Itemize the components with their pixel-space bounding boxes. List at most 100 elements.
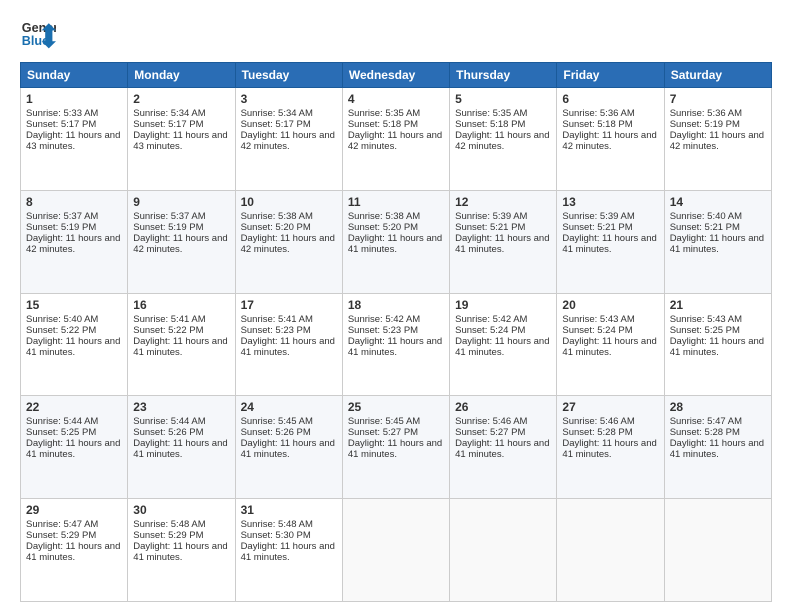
sunrise-text: Sunrise: 5:42 AM xyxy=(348,314,420,325)
day-number: 17 xyxy=(241,298,337,312)
sunrise-text: Sunrise: 5:45 AM xyxy=(241,416,313,427)
calendar-cell: 27Sunrise: 5:46 AMSunset: 5:28 PMDayligh… xyxy=(557,396,664,499)
sunrise-text: Sunrise: 5:43 AM xyxy=(670,314,742,325)
sunset-text: Sunset: 5:26 PM xyxy=(241,427,311,438)
day-number: 3 xyxy=(241,92,337,106)
calendar-week-5: 29Sunrise: 5:47 AMSunset: 5:29 PMDayligh… xyxy=(21,499,772,602)
sunrise-text: Sunrise: 5:47 AM xyxy=(26,519,98,530)
sunset-text: Sunset: 5:22 PM xyxy=(133,325,203,336)
sunset-text: Sunset: 5:17 PM xyxy=(133,119,203,130)
calendar-cell: 14Sunrise: 5:40 AMSunset: 5:21 PMDayligh… xyxy=(664,190,771,293)
day-number: 31 xyxy=(241,503,337,517)
sunrise-text: Sunrise: 5:35 AM xyxy=(348,108,420,119)
daylight-text: Daylight: 11 hours and 41 minutes. xyxy=(348,438,442,460)
day-of-week-row: SundayMondayTuesdayWednesdayThursdayFrid… xyxy=(21,63,772,88)
sunrise-text: Sunrise: 5:35 AM xyxy=(455,108,527,119)
calendar-cell: 29Sunrise: 5:47 AMSunset: 5:29 PMDayligh… xyxy=(21,499,128,602)
sunrise-text: Sunrise: 5:42 AM xyxy=(455,314,527,325)
sunset-text: Sunset: 5:30 PM xyxy=(241,530,311,541)
sunset-text: Sunset: 5:19 PM xyxy=(26,222,96,233)
day-number: 7 xyxy=(670,92,766,106)
sunrise-text: Sunrise: 5:46 AM xyxy=(562,416,634,427)
daylight-text: Daylight: 11 hours and 41 minutes. xyxy=(26,336,120,358)
calendar-cell: 3Sunrise: 5:34 AMSunset: 5:17 PMDaylight… xyxy=(235,88,342,191)
sunrise-text: Sunrise: 5:39 AM xyxy=(455,211,527,222)
sunrise-text: Sunrise: 5:33 AM xyxy=(26,108,98,119)
day-number: 16 xyxy=(133,298,229,312)
sunset-text: Sunset: 5:18 PM xyxy=(455,119,525,130)
calendar-cell: 9Sunrise: 5:37 AMSunset: 5:19 PMDaylight… xyxy=(128,190,235,293)
daylight-text: Daylight: 11 hours and 41 minutes. xyxy=(670,438,764,460)
sunset-text: Sunset: 5:19 PM xyxy=(670,119,740,130)
sunrise-text: Sunrise: 5:37 AM xyxy=(133,211,205,222)
sunset-text: Sunset: 5:27 PM xyxy=(455,427,525,438)
calendar-cell: 17Sunrise: 5:41 AMSunset: 5:23 PMDayligh… xyxy=(235,293,342,396)
daylight-text: Daylight: 11 hours and 41 minutes. xyxy=(455,438,549,460)
sunrise-text: Sunrise: 5:34 AM xyxy=(133,108,205,119)
day-header-tuesday: Tuesday xyxy=(235,63,342,88)
sunset-text: Sunset: 5:29 PM xyxy=(26,530,96,541)
calendar-cell: 4Sunrise: 5:35 AMSunset: 5:18 PMDaylight… xyxy=(342,88,449,191)
calendar-cell: 20Sunrise: 5:43 AMSunset: 5:24 PMDayligh… xyxy=(557,293,664,396)
daylight-text: Daylight: 11 hours and 43 minutes. xyxy=(133,130,227,152)
calendar-cell: 1Sunrise: 5:33 AMSunset: 5:17 PMDaylight… xyxy=(21,88,128,191)
sunset-text: Sunset: 5:28 PM xyxy=(670,427,740,438)
sunrise-text: Sunrise: 5:38 AM xyxy=(348,211,420,222)
sunrise-text: Sunrise: 5:46 AM xyxy=(455,416,527,427)
day-number: 15 xyxy=(26,298,122,312)
sunrise-text: Sunrise: 5:41 AM xyxy=(133,314,205,325)
sunset-text: Sunset: 5:18 PM xyxy=(562,119,632,130)
day-header-wednesday: Wednesday xyxy=(342,63,449,88)
sunrise-text: Sunrise: 5:36 AM xyxy=(562,108,634,119)
daylight-text: Daylight: 11 hours and 41 minutes. xyxy=(133,438,227,460)
sunrise-text: Sunrise: 5:34 AM xyxy=(241,108,313,119)
sunrise-text: Sunrise: 5:45 AM xyxy=(348,416,420,427)
daylight-text: Daylight: 11 hours and 42 minutes. xyxy=(562,130,656,152)
calendar-cell: 11Sunrise: 5:38 AMSunset: 5:20 PMDayligh… xyxy=(342,190,449,293)
sunset-text: Sunset: 5:29 PM xyxy=(133,530,203,541)
sunset-text: Sunset: 5:17 PM xyxy=(26,119,96,130)
calendar-cell: 25 Sunrise: 5:45 AMSunset: 5:27 PMDayligh… xyxy=(342,396,449,499)
calendar-cell xyxy=(557,499,664,602)
day-number: 23 xyxy=(133,400,229,414)
daylight-text: Daylight: 11 hours and 41 minutes. xyxy=(562,336,656,358)
day-number: 28 xyxy=(670,400,766,414)
calendar-cell: 22Sunrise: 5:44 AMSunset: 5:25 PMDayligh… xyxy=(21,396,128,499)
day-number: 13 xyxy=(562,195,658,209)
sunrise-text: Sunrise: 5:40 AM xyxy=(26,314,98,325)
calendar-cell: 21Sunrise: 5:43 AMSunset: 5:25 PMDayligh… xyxy=(664,293,771,396)
day-number: 14 xyxy=(670,195,766,209)
sunrise-text: Sunrise: 5:37 AM xyxy=(26,211,98,222)
sunrise-text: Sunrise: 5:38 AM xyxy=(241,211,313,222)
day-number: 22 xyxy=(26,400,122,414)
calendar-cell xyxy=(342,499,449,602)
sunset-text: Sunset: 5:20 PM xyxy=(241,222,311,233)
sunrise-text: Sunrise: 5:44 AM xyxy=(26,416,98,427)
header: General Blue xyxy=(20,16,772,52)
sunset-text: Sunset: 5:18 PM xyxy=(348,119,418,130)
day-header-thursday: Thursday xyxy=(450,63,557,88)
calendar-cell: 18Sunrise: 5:42 AMSunset: 5:23 PMDayligh… xyxy=(342,293,449,396)
daylight-text: Daylight: 11 hours and 41 minutes. xyxy=(670,336,764,358)
sunrise-text: Sunrise: 5:40 AM xyxy=(670,211,742,222)
day-number: 30 xyxy=(133,503,229,517)
sunset-text: Sunset: 5:23 PM xyxy=(241,325,311,336)
sunset-text: Sunset: 5:27 PM xyxy=(348,427,418,438)
sunrise-text: Sunrise: 5:47 AM xyxy=(670,416,742,427)
sunrise-text: Sunrise: 5:48 AM xyxy=(241,519,313,530)
day-number: 25 xyxy=(348,400,444,414)
daylight-text: Daylight: 11 hours and 42 minutes. xyxy=(455,130,549,152)
daylight-text: Daylight: 11 hours and 41 minutes. xyxy=(562,233,656,255)
calendar-cell: 16Sunrise: 5:41 AMSunset: 5:22 PMDayligh… xyxy=(128,293,235,396)
sunset-text: Sunset: 5:20 PM xyxy=(348,222,418,233)
logo: General Blue xyxy=(20,16,56,52)
day-header-sunday: Sunday xyxy=(21,63,128,88)
calendar-cell: 8Sunrise: 5:37 AMSunset: 5:19 PMDaylight… xyxy=(21,190,128,293)
calendar-cell: 15Sunrise: 5:40 AMSunset: 5:22 PMDayligh… xyxy=(21,293,128,396)
day-header-friday: Friday xyxy=(557,63,664,88)
calendar-week-2: 8Sunrise: 5:37 AMSunset: 5:19 PMDaylight… xyxy=(21,190,772,293)
daylight-text: Daylight: 11 hours and 42 minutes. xyxy=(133,233,227,255)
calendar-body: 1Sunrise: 5:33 AMSunset: 5:17 PMDaylight… xyxy=(21,88,772,602)
daylight-text: Daylight: 11 hours and 42 minutes. xyxy=(670,130,764,152)
sunset-text: Sunset: 5:25 PM xyxy=(26,427,96,438)
